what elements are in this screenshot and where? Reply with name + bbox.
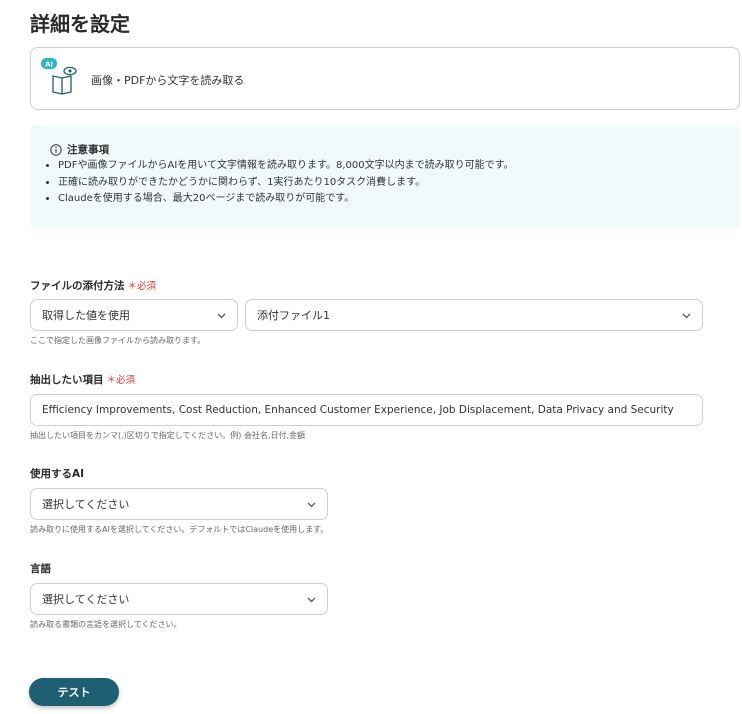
attachment-file-value: 添付ファイル1 bbox=[257, 309, 330, 322]
ai-label: 使用するAI bbox=[30, 466, 84, 481]
notice-list: PDFや画像ファイルからAIを用いて文字情報を読み取ります。8,000文字以内ま… bbox=[40, 158, 514, 208]
attachment-method-select[interactable]: 取得した値を使用 bbox=[30, 299, 238, 331]
test-button[interactable]: テスト bbox=[29, 678, 119, 706]
language-select-value: 選択してください bbox=[42, 593, 130, 606]
required-badge: ＊必須 bbox=[106, 375, 136, 386]
list-item: PDFや画像ファイルからAIを用いて文字情報を読み取ります。8,000文字以内ま… bbox=[58, 158, 514, 175]
language-hint: 読み取る書類の言語を選択してください。 bbox=[30, 620, 182, 629]
list-item: 正確に読み取りができたかどうかに関わらず、1実行あたり10タスク消費します。 bbox=[58, 175, 514, 192]
ai-book-icon: AI bbox=[41, 58, 77, 95]
extract-label-text: 抽出したい項目 bbox=[30, 374, 104, 386]
ai-hint: 読み取りに使用するAIを選択してください。デフォルトではClaudeを使用します… bbox=[30, 525, 329, 534]
attachment-label: ファイルの添付方法 ＊必須 bbox=[30, 278, 156, 293]
action-card[interactable]: AI 画像・PDFから文字を読み取る bbox=[30, 47, 740, 110]
extract-label: 抽出したい項目 ＊必須 bbox=[30, 372, 135, 387]
chevron-down-icon bbox=[307, 597, 316, 603]
language-label-text: 言語 bbox=[30, 563, 51, 575]
notice-box: 注意事項 PDFや画像ファイルからAIを用いて文字情報を読み取ります。8,000… bbox=[30, 125, 740, 228]
attachment-method-value: 取得した値を使用 bbox=[42, 309, 130, 322]
attachment-label-text: ファイルの添付方法 bbox=[30, 280, 125, 292]
notice-title-text: 注意事項 bbox=[67, 144, 109, 156]
extract-items-value: Efficiency Improvements, Cost Reduction,… bbox=[42, 404, 674, 416]
ai-select-value: 選択してください bbox=[42, 498, 130, 511]
attachment-hint: ここで指定した画像ファイルから読み取ります。 bbox=[30, 336, 206, 345]
required-badge: ＊必須 bbox=[127, 281, 157, 292]
attachment-file-select[interactable]: 添付ファイル1 bbox=[245, 299, 703, 331]
chevron-down-icon bbox=[307, 502, 316, 508]
chevron-down-icon bbox=[217, 313, 226, 319]
page-title: 詳細を設定 bbox=[30, 12, 130, 36]
ai-badge-text: AI bbox=[45, 61, 53, 69]
action-label: 画像・PDFから文字を読み取る bbox=[91, 74, 245, 87]
extract-hint: 抽出したい項目をカンマ(,)区切りで指定してください。例) 会社名,日付,金額 bbox=[30, 431, 306, 440]
extract-items-input[interactable]: Efficiency Improvements, Cost Reduction,… bbox=[30, 394, 703, 426]
language-select[interactable]: 選択してください bbox=[30, 583, 328, 615]
language-label: 言語 bbox=[30, 561, 51, 576]
ai-label-text: 使用するAI bbox=[30, 468, 85, 480]
ai-select[interactable]: 選択してください bbox=[30, 488, 328, 520]
chevron-down-icon bbox=[682, 313, 691, 319]
notice-title: 注意事項 bbox=[50, 142, 109, 157]
info-icon bbox=[50, 143, 62, 156]
list-item: Claudeを使用する場合、最大20ページまで読み取りが可能です。 bbox=[58, 191, 514, 208]
